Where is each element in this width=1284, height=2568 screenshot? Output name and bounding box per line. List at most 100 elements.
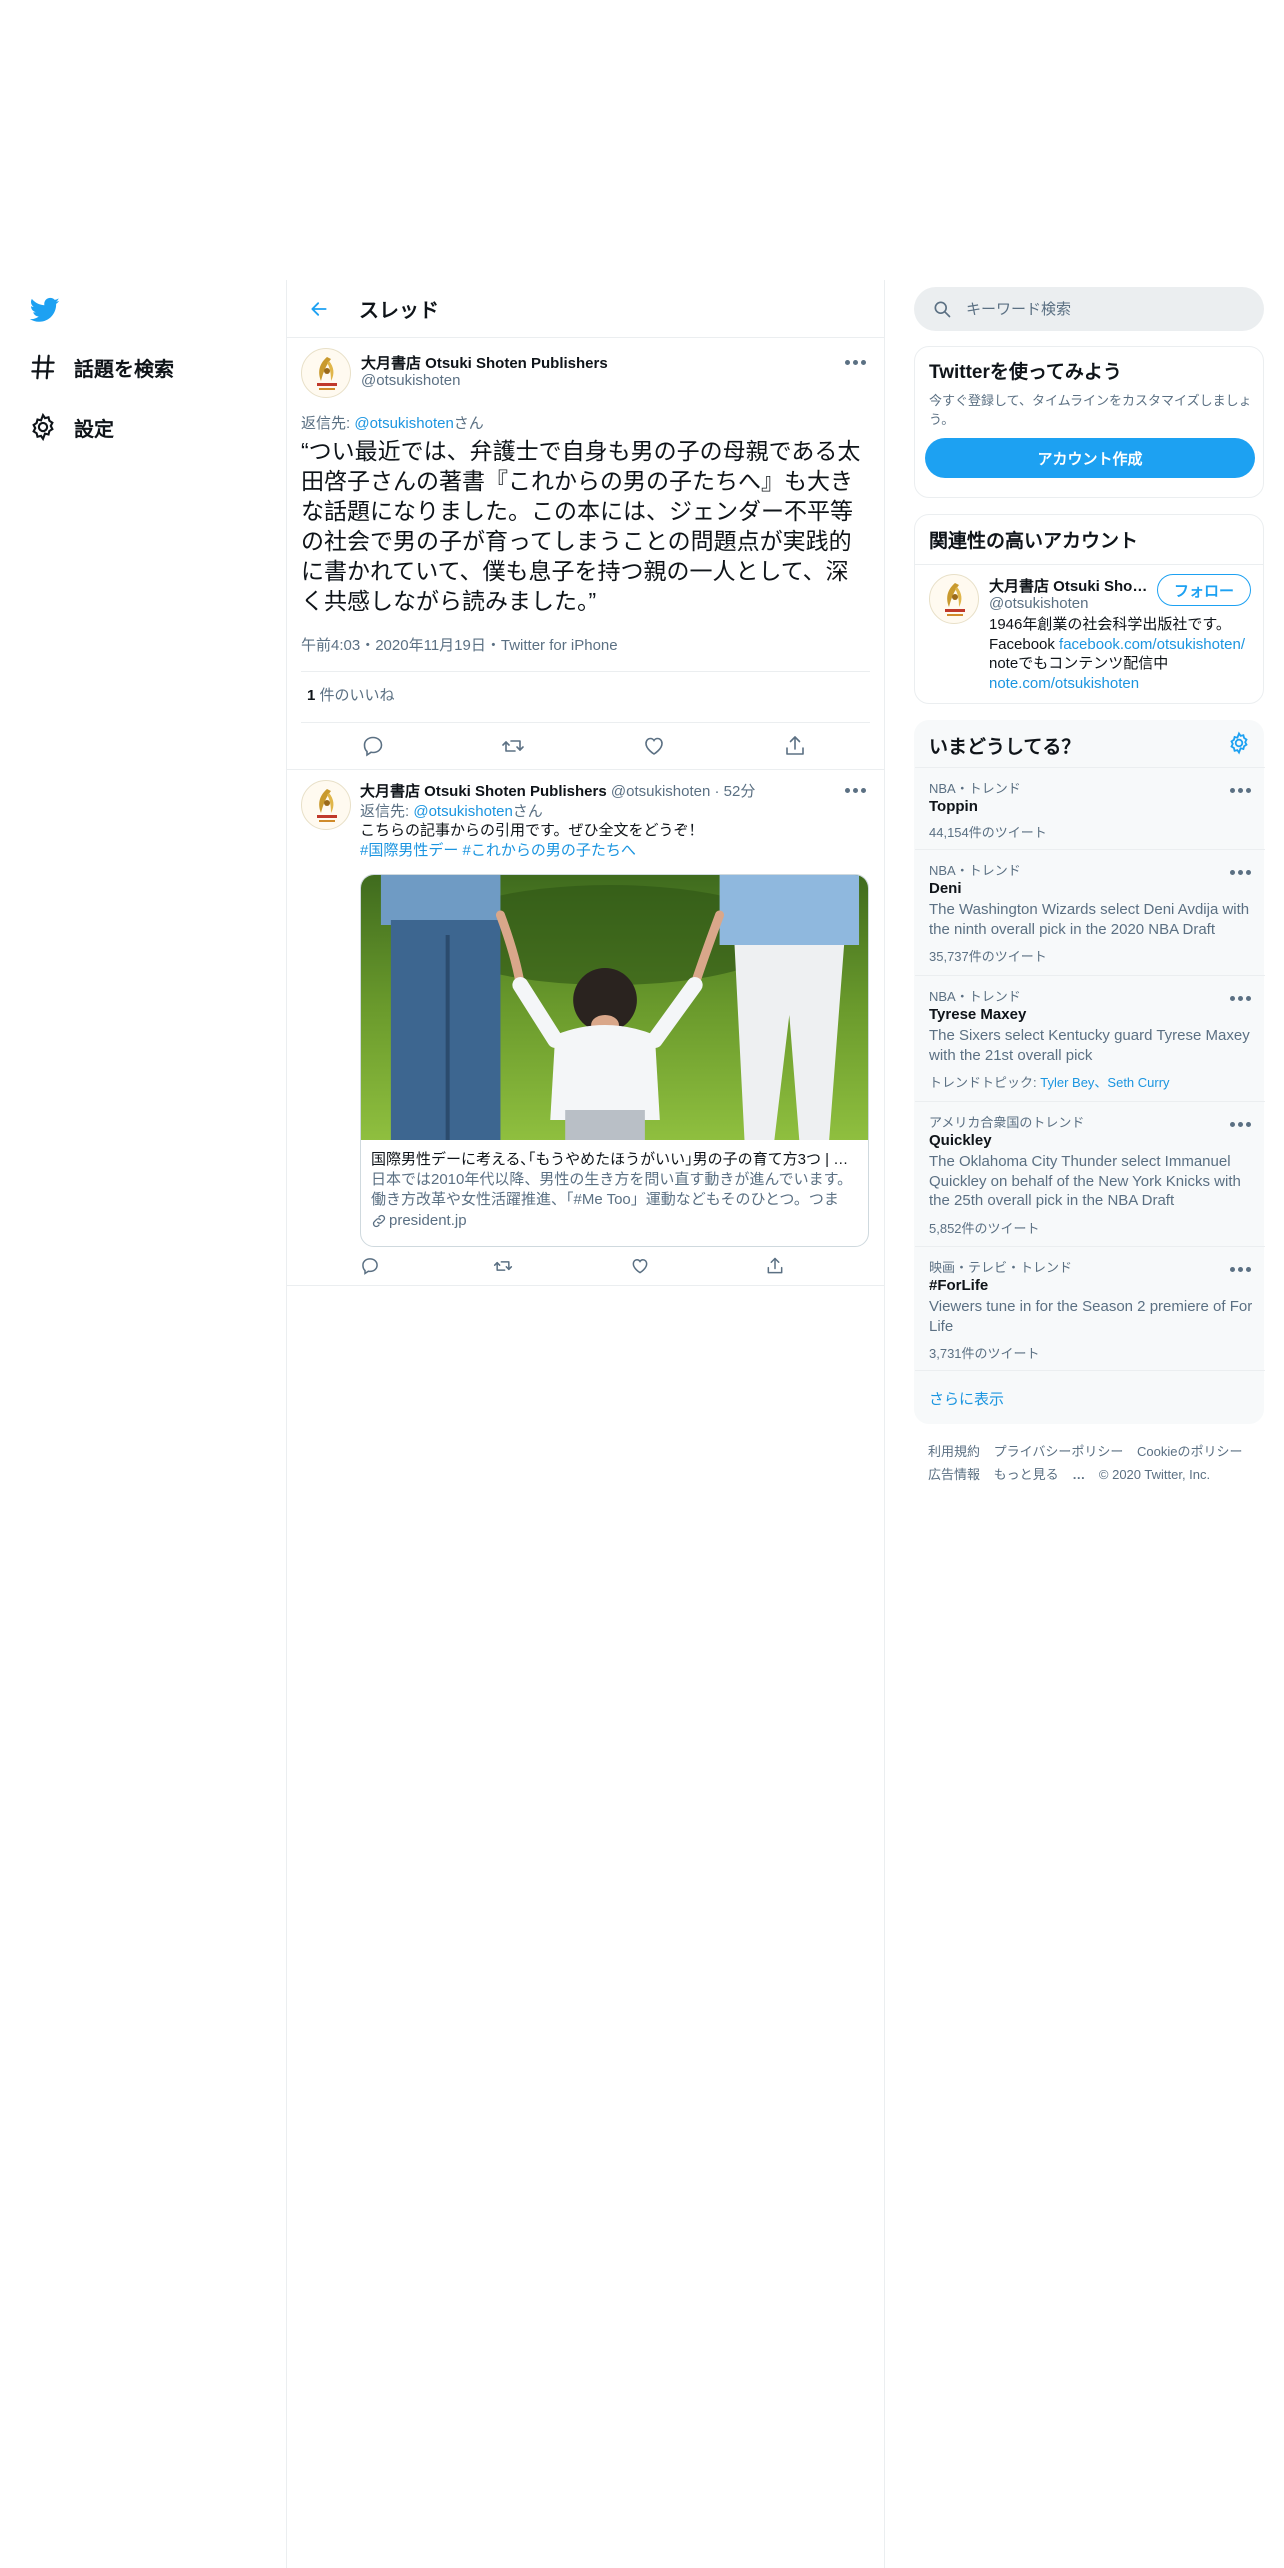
trend-item[interactable]: 映画・テレビ・トレンド #ForLife Viewers tune in for… <box>915 1246 1265 1370</box>
trend-category: NBA・トレンド <box>929 989 1021 1004</box>
tweet-meta: 午前4:03・2020年11月19日・Twitter for iPhone <box>301 637 618 654</box>
author-name[interactable]: 大月書店 Otsuki Shoten Publishers <box>360 783 607 800</box>
search-icon <box>932 299 952 319</box>
facebook-link[interactable]: facebook.com/otsukishoten/ <box>1059 636 1245 653</box>
bio-fb-prefix: Facebook <box>989 635 1060 653</box>
trend-count: 3,731件のツイート <box>929 1346 1040 1361</box>
reply-suffix: さん <box>512 803 543 820</box>
trend-description: Viewers tune in for the Season 2 premier… <box>929 1298 1253 1335</box>
trend-topics-prefix: トレンドトピック: <box>929 1075 1041 1090</box>
footer-cookie-link[interactable]: Cookieのポリシー <box>1137 1440 1242 1463</box>
trend-item[interactable]: NBA・トレンド Toppin 44,154件のツイート <box>915 767 1265 849</box>
search-input[interactable] <box>966 300 1246 318</box>
trends-title: いまどうしてる？ <box>929 737 1081 758</box>
main-tweet: 大月書店 Otsuki Shoten Publishers @otsukisho… <box>287 338 884 770</box>
trend-description: The Washington Wizards select Deni Avdij… <box>929 901 1250 938</box>
footer-privacy-link[interactable]: プライバシーポリシー <box>994 1440 1124 1463</box>
more-options-icon[interactable] <box>1225 1114 1255 1134</box>
retweet-icon[interactable] <box>501 734 525 758</box>
author-name[interactable]: 大月書店 Otsuki Shoten Publishers <box>361 352 608 373</box>
link-icon <box>372 1214 386 1227</box>
share-icon[interactable] <box>765 1256 789 1280</box>
retweet-icon[interactable] <box>493 1256 517 1280</box>
tweet-text: “つい最近では、弁護士で自身も男の子の母親である太田啓子さんの著書『これからの男… <box>301 438 861 614</box>
replying-to: 返信先: @otsukishotenさん <box>360 800 543 821</box>
footer-ads-link[interactable]: 広告情報 <box>928 1463 980 1486</box>
footer-copyright: © 2020 Twitter, Inc. <box>1098 1467 1211 1482</box>
signup-title: Twitterを使ってみよう <box>929 362 1122 383</box>
related-account-name[interactable]: 大月書店 Otsuki Shoten Publishers <box>989 575 1149 596</box>
footer-terms-link[interactable]: 利用規約 <box>928 1440 980 1463</box>
more-options-icon[interactable] <box>840 352 870 372</box>
create-account-button[interactable]: アカウント作成 <box>925 438 1255 478</box>
reply-to-link[interactable]: @otsukishoten <box>354 415 453 432</box>
follow-button[interactable]: フォロー <box>1157 574 1251 606</box>
show-more-link[interactable]: さらに表示 <box>929 1388 1004 1409</box>
footer-more-label: もっと見る <box>993 1467 1059 1482</box>
more-options-icon[interactable] <box>1225 988 1255 1008</box>
trend-item[interactable]: アメリカ合衆国のトレンド Quickley The Oklahoma City … <box>915 1101 1265 1246</box>
trend-related-topics: トレンドトピック: Tyler Bey、Seth Curry <box>929 1072 1170 1091</box>
like-icon[interactable] <box>630 1256 654 1280</box>
tweet-body: こちらの記事からの引用です。ぜひ全文をどうぞ！ <box>360 822 704 839</box>
reply-icon[interactable] <box>361 734 385 758</box>
more-options-icon[interactable] <box>1225 1259 1255 1279</box>
tweet-age[interactable]: 52分 <box>724 783 756 800</box>
reply-suffix: さん <box>453 415 484 432</box>
trend-category: NBA・トレンド <box>929 781 1021 796</box>
link-card[interactable]: 国際男性デーに考える､｢もうやめたほうがいい｣男の子の育て方3つ | PRESI… <box>360 874 869 1247</box>
footer-more-link[interactable]: もっと見る … <box>994 1463 1086 1486</box>
thread-title: スレッド <box>359 300 439 322</box>
likes-summary[interactable]: 1 件のいいね <box>307 684 395 705</box>
divider <box>301 671 870 672</box>
author-handle[interactable]: @otsukishoten <box>361 372 460 389</box>
related-account-handle[interactable]: @otsukishoten <box>989 595 1088 612</box>
trend-name: Toppin <box>929 798 978 815</box>
reply-icon[interactable] <box>360 1256 384 1280</box>
avatar[interactable] <box>301 780 351 830</box>
reply-tweet[interactable]: 大月書店 Otsuki Shoten Publishers @otsukisho… <box>287 770 884 1286</box>
tweet-date[interactable]: 2020年11月19日 <box>375 637 486 654</box>
bio-line: Facebook facebook.com/otsukishoten/ <box>989 635 1254 655</box>
reply-prefix: 返信先: <box>301 415 355 432</box>
tweet-time[interactable]: 午前4:03 <box>301 637 360 654</box>
related-accounts: 関連性の高いアカウント 大月書店 Otsuki Shoten Publisher… <box>914 514 1264 704</box>
avatar[interactable] <box>301 348 351 398</box>
trend-item[interactable]: NBA・トレンド Deni The Washington Wizards sel… <box>915 849 1265 975</box>
hashtags[interactable]: #国際男性デー #これからの男の子たちへ <box>360 841 704 861</box>
trends-box: いまどうしてる？ NBA・トレンド Toppin 44,154件のツイート NB… <box>914 720 1265 1424</box>
more-options-icon[interactable] <box>840 780 870 800</box>
nav-explore[interactable]: 話題を検索 <box>28 347 174 387</box>
nav-explore-label: 話題を検索 <box>74 358 174 381</box>
like-icon[interactable] <box>642 734 666 758</box>
otsuki-logo-icon <box>317 357 337 390</box>
reply-prefix: 返信先: <box>360 803 414 820</box>
more-dots-icon: … <box>1072 1467 1086 1482</box>
like-label: 件のいいね <box>315 687 395 704</box>
gear-icon <box>28 412 58 442</box>
related-account-bio: 1946年創業の社会科学出版社です。 Facebook facebook.com… <box>989 615 1254 693</box>
bio-line: noteでもコンテンツ配信中 <box>989 655 1169 672</box>
tweet-source[interactable]: Twitter for iPhone <box>501 637 618 654</box>
author-handle[interactable]: @otsukishoten <box>611 783 710 800</box>
search-box[interactable] <box>914 287 1264 331</box>
reply-to-link[interactable]: @otsukishoten <box>413 803 512 820</box>
share-icon[interactable] <box>783 734 807 758</box>
more-options-icon[interactable] <box>1225 780 1255 800</box>
back-arrow-icon <box>311 301 327 316</box>
trend-count: 5,852件のツイート <box>929 1221 1040 1236</box>
replying-to: 返信先: @otsukishotenさん <box>301 412 484 433</box>
trend-count: 35,737件のツイート <box>929 949 1047 964</box>
note-link[interactable]: note.com/otsukishoten <box>989 674 1254 694</box>
twitter-bird-icon[interactable] <box>28 295 62 325</box>
card-body: 国際男性デーに考える､｢もうやめたほうがいい｣男の子の育て方3つ | PRESI… <box>361 1140 868 1229</box>
nav-settings[interactable]: 設定 <box>28 407 114 447</box>
trends-settings-icon[interactable] <box>1227 731 1251 755</box>
avatar[interactable] <box>929 574 979 624</box>
more-options-icon[interactable] <box>1225 862 1255 882</box>
tweet-actions <box>287 1256 884 1280</box>
trend-item[interactable]: NBA・トレンド Tyrese Maxey The Sixers select … <box>915 975 1265 1101</box>
trend-topics-links[interactable]: Tyler Bey、Seth Curry <box>1040 1075 1169 1090</box>
trend-description: The Oklahoma City Thunder select Immanue… <box>929 1153 1241 1209</box>
back-button[interactable] <box>301 291 337 327</box>
